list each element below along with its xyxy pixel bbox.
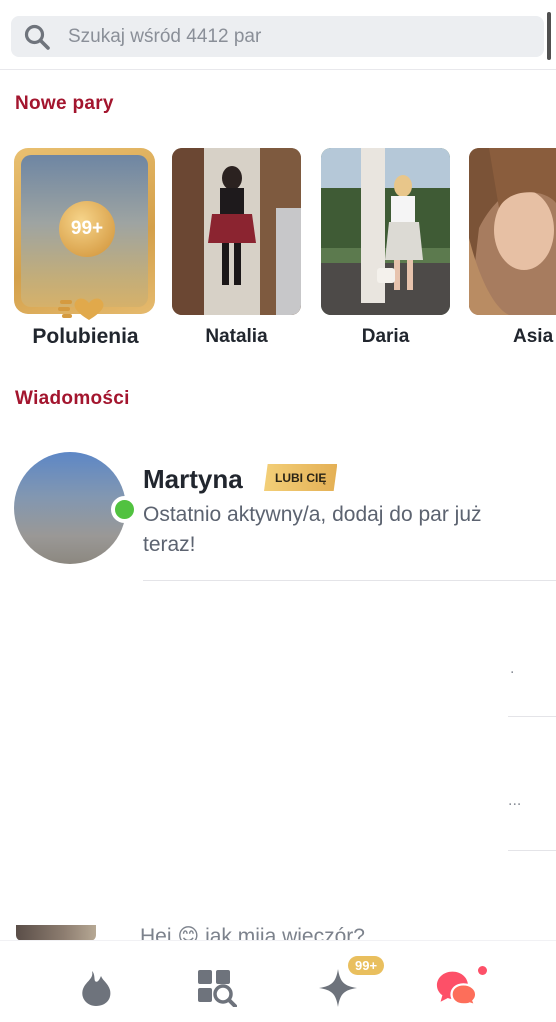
nav-tab-swipe[interactable] (75, 967, 117, 1009)
message-preview: Ostatnio aktywny/a, dodaj do par już ter… (143, 503, 482, 556)
new-matches-title: Nowe pary (15, 93, 114, 114)
match-photo (321, 148, 450, 315)
likes-you-badge: LUBI CIĘ (264, 464, 338, 491)
avatar (14, 452, 126, 564)
loading-overlay (0, 582, 508, 940)
divider (508, 716, 556, 717)
faded-row-ellipsis: ... (508, 792, 522, 809)
scrollbar[interactable] (547, 12, 551, 60)
top-picks-count-badge: 99+ (348, 956, 385, 975)
messages-notification-dot (478, 966, 487, 975)
match-card-daria[interactable] (321, 148, 450, 315)
likes-card[interactable]: 99+ (14, 148, 155, 314)
match-name-natalia: Natalia (205, 326, 268, 347)
match-photo (469, 148, 556, 315)
explore-grid-icon (198, 970, 237, 1007)
search-icon (22, 22, 52, 52)
match-photo (172, 148, 301, 315)
peek-message-preview: Hej 😊 jak mija wieczór? (140, 925, 365, 940)
online-status-dot (111, 496, 138, 523)
nav-tab-messages[interactable] (436, 967, 478, 1009)
chat-bubbles-icon (436, 971, 478, 1008)
search-header (0, 0, 556, 70)
sparkle-icon (319, 969, 357, 1007)
nav-tab-explore[interactable] (196, 967, 238, 1009)
message-row-martyna[interactable]: Martyna LUBI CIĘ Ostatnio aktywny/a, dod… (0, 440, 556, 580)
likes-heart-icon (58, 298, 104, 320)
match-name-asia: Asia (513, 326, 554, 347)
peek-avatar (16, 925, 96, 941)
likes-label: Polubienia (32, 325, 139, 348)
likes-count-badge: 99+ (59, 201, 115, 257)
match-card-asia[interactable] (469, 148, 556, 315)
bottom-nav: 99+ (0, 940, 556, 1022)
divider (508, 850, 556, 851)
search-input[interactable] (68, 25, 508, 48)
faded-row-ellipsis: . (510, 660, 515, 677)
message-sender-name: Martyna (143, 464, 243, 494)
search-bar[interactable] (11, 16, 544, 57)
flame-icon (82, 971, 111, 1006)
match-name-daria: Daria (361, 326, 410, 347)
messages-title: Wiadomości (15, 388, 130, 409)
match-card-natalia[interactable] (172, 148, 301, 315)
likes-blurred-photo: 99+ (21, 155, 148, 307)
divider (143, 580, 556, 581)
